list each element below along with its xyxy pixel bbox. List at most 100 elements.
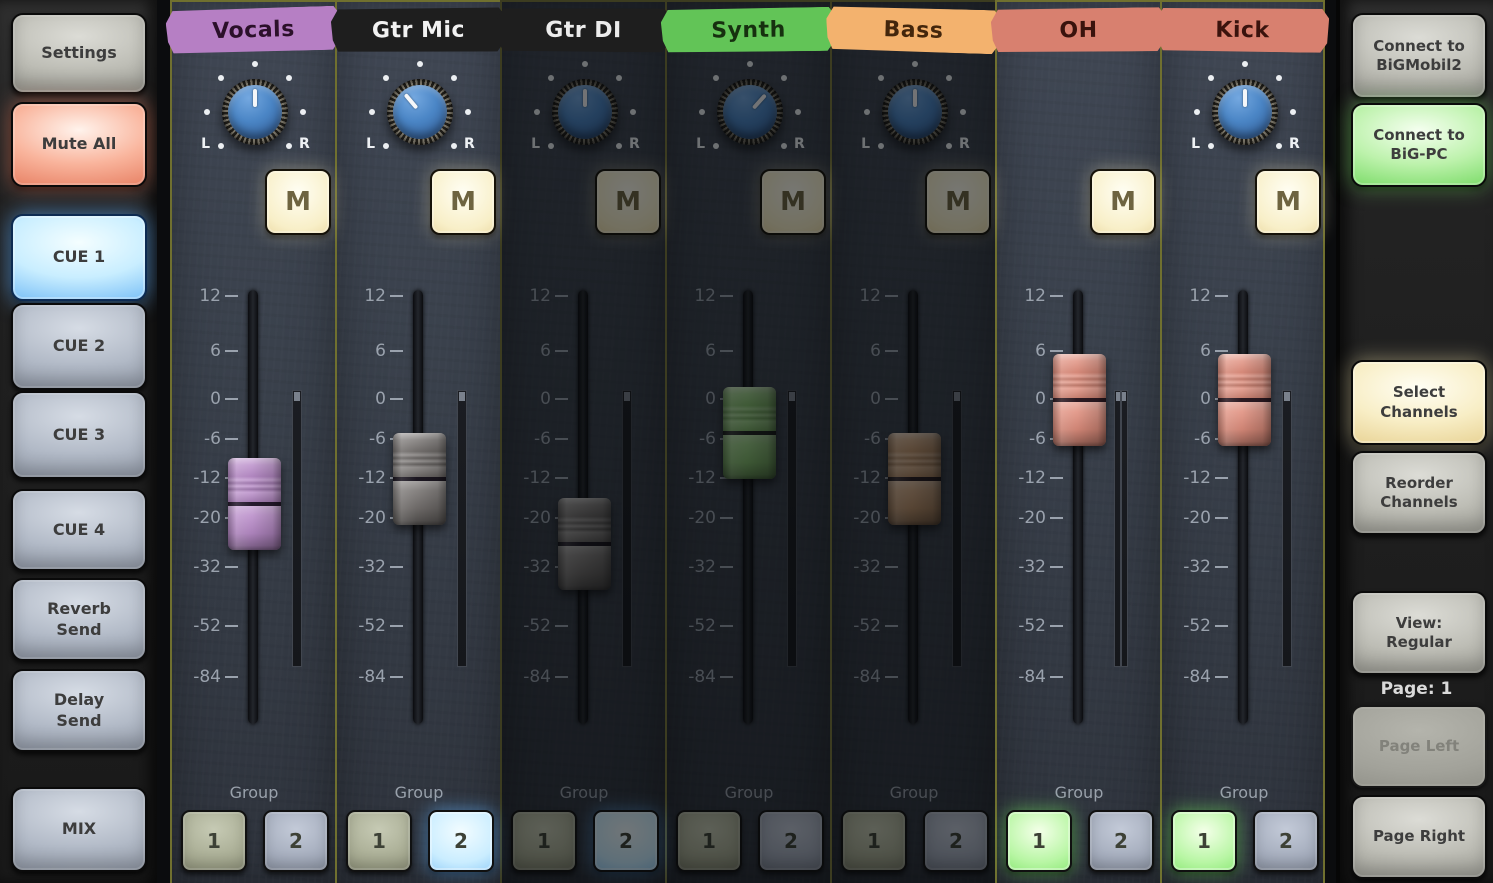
level-meter-peak [294, 392, 300, 401]
page-right-button[interactable]: Page Right [1351, 795, 1487, 879]
scale-tick: 12 [1166, 286, 1228, 306]
fader-handle-centerline [393, 477, 446, 481]
fader-handle-bottom [1053, 402, 1106, 446]
channel-tab-oh[interactable]: OH [991, 7, 1166, 53]
pan-tick-dot [204, 109, 210, 115]
reverb-send-button[interactable]: Reverb Send [11, 578, 147, 661]
group-2-button[interactable]: 2 [428, 810, 494, 872]
fader-handle-bottom [1218, 402, 1271, 446]
mute-button[interactable]: M [265, 169, 331, 235]
delay-send-button[interactable]: Delay Send [11, 669, 147, 752]
fader-handle-bottom [228, 506, 281, 550]
cue-3-button[interactable]: CUE 3 [11, 391, 147, 479]
pan-tick-dot [1290, 109, 1296, 115]
scale-tick: 6 [341, 341, 403, 361]
channel-strip-gtr-mic: LRM1260-6-12-20-32-52-84Group12Gtr Mic [335, 0, 500, 883]
pan-right-label: R [1289, 136, 1311, 152]
mixer-app: SettingsMute All CUE 1CUE 2CUE 3 CUE 4Reve… [0, 0, 1493, 883]
channel-strip-vocals: LRM1260-6-12-20-32-52-84Group12Vocals [170, 0, 335, 883]
pan-tick-dot [465, 109, 471, 115]
cue-1-button[interactable]: CUE 1 [11, 214, 147, 301]
mix-button[interactable]: MIX [11, 787, 147, 872]
view-regular-button[interactable]: View: Regular [1351, 591, 1487, 675]
group-1-button[interactable]: 1 [1006, 810, 1072, 872]
group-1-button[interactable]: 1 [346, 810, 412, 872]
scale-tick: -6 [176, 429, 238, 449]
scale-tick: -52 [1166, 616, 1228, 636]
scale-tick: 12 [176, 286, 238, 306]
pan-tick-dot [1242, 61, 1248, 67]
channel-strip-kick: LRM1260-6-12-20-32-52-84Group12Kick [1160, 0, 1325, 883]
pan-tick-dot [218, 143, 224, 149]
scale-tick: -84 [1001, 667, 1063, 687]
channel-tab-synth[interactable]: Synth [661, 7, 837, 53]
scale-tick: -32 [1166, 557, 1228, 577]
scale-tick: -52 [176, 616, 238, 636]
settings-button[interactable]: Settings [11, 13, 147, 94]
fader-handle-centerline [1218, 398, 1271, 402]
pan-tick-dot [286, 75, 292, 81]
channel-strip-oh: M1260-6-12-20-32-52-84Group12OH [995, 0, 1160, 883]
pan-tick-dot [300, 109, 306, 115]
scale-tick: -20 [1166, 508, 1228, 528]
reorder-channels-button[interactable]: Reorder Channels [1351, 451, 1487, 535]
dim-overlay [667, 2, 830, 883]
knob-pointer-icon [253, 89, 257, 107]
pan-tick-dot [451, 75, 457, 81]
group-2-button[interactable]: 2 [1088, 810, 1154, 872]
pan-knob[interactable] [222, 79, 288, 145]
dim-overlay [502, 2, 665, 883]
scale-tick: 12 [341, 286, 403, 306]
pan-tick-dot [252, 61, 258, 67]
channel-strip-gtr-di: LRM1260-6-12-20-32-52-84Group12Gtr DI [500, 0, 665, 883]
fader-handle[interactable] [228, 458, 281, 550]
fader-handle[interactable] [1053, 354, 1106, 446]
fader-handle[interactable] [1218, 354, 1271, 446]
scale-tick: 0 [341, 389, 403, 409]
level-meter-peak [1116, 392, 1126, 401]
group-1-button[interactable]: 1 [181, 810, 247, 872]
level-meter [292, 390, 302, 667]
pan-tick-dot [417, 61, 423, 67]
cue-4-button[interactable]: CUE 4 [11, 489, 147, 571]
scale-tick: -12 [1166, 468, 1228, 488]
channel-tab-gtr-di[interactable]: Gtr DI [496, 8, 671, 53]
mute-button[interactable]: M [430, 169, 496, 235]
level-meter-peak [459, 392, 465, 401]
pan-tick-dot [369, 109, 375, 115]
fader-handle[interactable] [393, 433, 446, 525]
group-label: Group [1017, 783, 1141, 802]
channel-strips: LRM1260-6-12-20-32-52-84Group12VocalsLRM… [157, 0, 1340, 883]
scale-tick: -32 [1001, 557, 1063, 577]
group-label: Group [1182, 783, 1306, 802]
fader-handle-top [1218, 354, 1271, 398]
group-1-button[interactable]: 1 [1171, 810, 1237, 872]
level-meter [1282, 390, 1292, 667]
connect-bigpc-button[interactable]: Connect to BiG-PC [1351, 103, 1487, 187]
knob-pointer-icon [404, 93, 419, 109]
mute-all-button[interactable]: Mute All [11, 102, 147, 187]
scale-tick: -52 [341, 616, 403, 636]
connect-bigmobil2-button[interactable]: Connect to BiGMobil2 [1351, 13, 1487, 99]
cue-2-button[interactable]: CUE 2 [11, 303, 147, 390]
mute-button[interactable]: M [1090, 169, 1156, 235]
pan-tick-dot [451, 143, 457, 149]
pan-knob[interactable] [387, 79, 453, 145]
select-channels-button[interactable]: Select Channels [1351, 360, 1487, 445]
page-indicator: Page: 1 [1340, 676, 1493, 702]
channel-tab-vocals[interactable]: Vocals [165, 6, 341, 55]
channel-tab-kick[interactable]: Kick [1156, 7, 1329, 53]
scale-tick: -84 [1166, 667, 1228, 687]
pan-knob[interactable] [1212, 79, 1278, 145]
scale-tick: 12 [1001, 286, 1063, 306]
page-left-button[interactable]: Page Left [1351, 705, 1487, 788]
mute-button[interactable]: M [1255, 169, 1321, 235]
channel-strip-bass: LRM1260-6-12-20-32-52-84Group12Bass [830, 0, 995, 883]
group-2-button[interactable]: 2 [1253, 810, 1319, 872]
scale-tick: -20 [1001, 508, 1063, 528]
channel-tab-gtr-mic[interactable]: Gtr Mic [331, 7, 506, 52]
group-2-button[interactable]: 2 [263, 810, 329, 872]
scale-tick: 6 [176, 341, 238, 361]
scale-tick: -32 [341, 557, 403, 577]
channel-tab-bass[interactable]: Bass [825, 6, 1001, 55]
